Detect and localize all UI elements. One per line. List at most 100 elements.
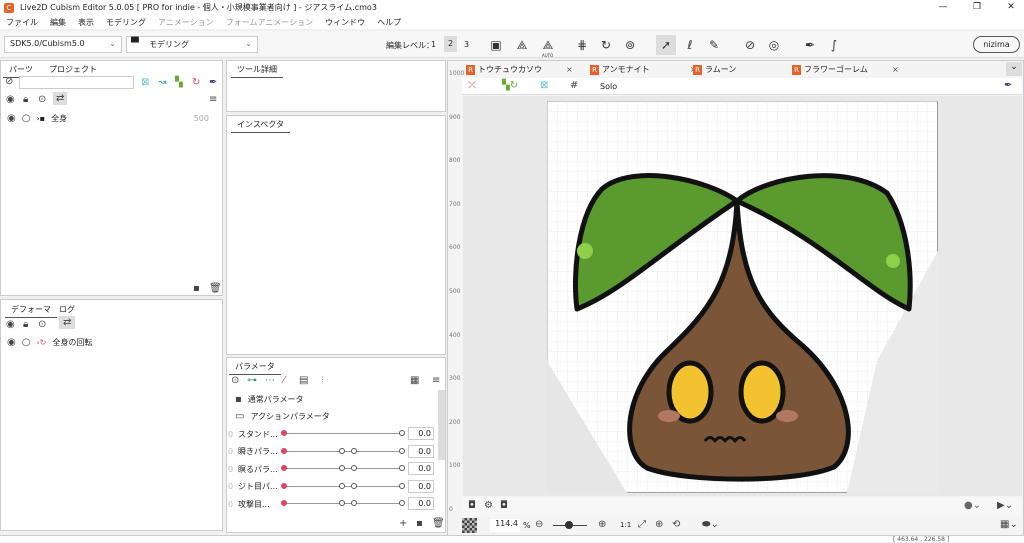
parameter-key[interactable] [399, 430, 405, 436]
delete-key-icon[interactable]: ⁄ [283, 375, 285, 386]
menu-icon[interactable]: ≡ [432, 375, 440, 386]
lock-icon[interactable]: 🔒︎ [23, 94, 28, 105]
flip-icon[interactable]: ⟲ [672, 519, 680, 530]
parameter-thumb[interactable] [281, 500, 287, 506]
key-editor-icon[interactable]: ▤ [299, 375, 308, 386]
zoom-slider-thumb[interactable] [565, 521, 573, 529]
add-keys-icon[interactable]: ⋯ [265, 375, 275, 386]
background-toggle-icon[interactable] [462, 518, 477, 533]
solo-button[interactable]: Solo [600, 82, 617, 91]
parts-template-icon[interactable]: ▣ [488, 37, 504, 53]
edit-level-2[interactable]: 2 [444, 36, 457, 52]
fit-icon[interactable]: ⤢ [638, 519, 646, 530]
parameter-row[interactable]: 0 ジト目パ... 0.0 [228, 479, 436, 495]
menu-help[interactable]: ヘルプ [377, 17, 401, 28]
menu-animation[interactable]: アニメーション [158, 17, 214, 28]
parameter-value-input[interactable]: 0.0 [408, 427, 434, 440]
copy-icon[interactable]: ▪ [416, 518, 423, 529]
mesh-icon[interactable]: ⊠ [141, 77, 149, 88]
trash-icon[interactable]: 🗑︎ [209, 283, 222, 294]
actual-size-button[interactable]: 1:1 [620, 521, 631, 529]
warp-deformer-icon[interactable]: ⋕ [574, 37, 590, 53]
menu-view[interactable]: 表示 [78, 17, 94, 28]
glue-icon[interactable]: ⊚ [622, 37, 638, 53]
parameter-key[interactable] [351, 465, 357, 471]
menu-file[interactable]: ファイル [6, 17, 38, 28]
eye-icon[interactable]: ◉ [7, 337, 16, 348]
edit-level-1[interactable]: 1 [431, 40, 436, 49]
paste-icon[interactable]: ▦ [410, 375, 419, 386]
tab-log[interactable]: ログ [53, 302, 81, 317]
play-icon[interactable]: ▶⌄ [997, 500, 1013, 511]
rotation-icon[interactable]: ↻ [192, 77, 200, 88]
parameter-thumb[interactable] [281, 430, 287, 436]
menu-form-animation[interactable]: フォームアニメーション [226, 17, 313, 28]
art-mesh-icon[interactable]: ▚ [175, 77, 183, 88]
parameter-slider[interactable] [284, 433, 402, 434]
menu-window[interactable]: ウィンドウ [325, 17, 365, 28]
close-button[interactable]: ✕ [996, 0, 1024, 15]
edit-level-3[interactable]: 3 [464, 40, 469, 49]
grid-icon[interactable]: # [570, 80, 578, 91]
minimize-button[interactable]: — [928, 0, 958, 15]
tab-model[interactable]: R フラワーゴーレム × [792, 62, 899, 77]
expand-icon[interactable]: ⊙ [38, 94, 46, 105]
swap-icon[interactable]: ⇄ [53, 92, 68, 105]
param-group-normal[interactable]: ▪ 通常パラメータ [235, 394, 304, 405]
record-icon[interactable]: ●⌄ [964, 500, 981, 511]
menu-icon[interactable]: ≡ [209, 94, 217, 105]
tab-model[interactable]: Rアンモナイト× [590, 62, 697, 77]
parameter-key[interactable] [399, 465, 405, 471]
parameter-row[interactable]: 0 瞑るパラ... 0.0 [228, 461, 436, 477]
mesh-display-icon[interactable]: ⊠ [540, 80, 548, 91]
nizima-button[interactable]: nizima [973, 36, 1020, 53]
layout-icon[interactable]: ▦⌄ [1000, 519, 1018, 530]
scrollbar[interactable] [438, 390, 445, 460]
tab-model[interactable]: Rラムーン× [693, 62, 800, 77]
parameter-row[interactable]: 0 瞬きパラ... 0.0 [228, 444, 436, 460]
overlay-toggle-icon[interactable]: ⤫ [468, 80, 476, 91]
eye-icon[interactable]: ◉ [6, 319, 15, 330]
pen-icon[interactable]: ✒ [1004, 80, 1012, 91]
camera-icon[interactable]: ◘ [468, 500, 476, 511]
list-item[interactable]: ◉ ○ ›▪ 全身 500 [7, 113, 219, 124]
parameter-value-input[interactable]: 0.0 [408, 479, 434, 493]
parameter-value-input[interactable]: 0.0 [408, 444, 434, 458]
menu-modeling[interactable]: モデリング [106, 17, 146, 28]
expand-icon[interactable]: ⊙ [38, 319, 46, 330]
parameter-key[interactable] [339, 482, 345, 489]
parameter-key[interactable] [351, 500, 357, 506]
brush-select-icon[interactable]: ✎ [706, 37, 722, 53]
add-key-icon[interactable]: ⊶ [247, 375, 257, 386]
trash-icon[interactable]: 🗑︎ [432, 518, 445, 529]
close-tab-icon[interactable]: × [566, 65, 573, 74]
tab-project[interactable]: プロジェクト [43, 62, 103, 77]
parameter-value-input[interactable]: 0.0 [408, 462, 434, 475]
eye-icon[interactable]: ◉ [7, 113, 16, 124]
close-tab-icon[interactable]: × [892, 65, 899, 74]
copy-icon[interactable]: ▪ [193, 283, 200, 294]
lock-icon[interactable]: 🔒︎ [23, 319, 28, 330]
center-icon[interactable]: ⊕ [655, 519, 663, 530]
parameter-thumb[interactable] [281, 447, 287, 454]
deformer-display-icon[interactable]: ▚↻ [502, 80, 518, 91]
mesh-edit-icon[interactable]: ⟁ [514, 37, 530, 53]
parameter-key[interactable] [339, 447, 345, 454]
paint-icon[interactable]: ◎ [766, 37, 782, 53]
radio-icon[interactable]: ○ [22, 113, 31, 124]
zoom-in-icon[interactable]: ⊕ [598, 519, 606, 530]
add-icon[interactable]: + [399, 518, 407, 529]
model-canvas[interactable] [547, 101, 938, 493]
transform-icon[interactable]: ⊘ [742, 37, 758, 53]
zoom-input[interactable]: 114.4 [490, 519, 520, 532]
parameter-key[interactable] [351, 482, 357, 489]
parameter-thumb[interactable] [281, 482, 287, 489]
tab-deformer[interactable]: デフォーマ [5, 302, 57, 318]
menu-edit[interactable]: 編集 [50, 17, 66, 28]
lasso-icon[interactable]: ℓ [682, 37, 698, 53]
radio-icon[interactable]: ○ [22, 337, 31, 348]
zoom-out-icon[interactable]: ⊖ [535, 519, 543, 530]
warp-icon[interactable]: ↝ [158, 77, 166, 88]
pen-icon[interactable]: ✒ [802, 37, 818, 53]
parameter-key[interactable] [351, 447, 357, 454]
